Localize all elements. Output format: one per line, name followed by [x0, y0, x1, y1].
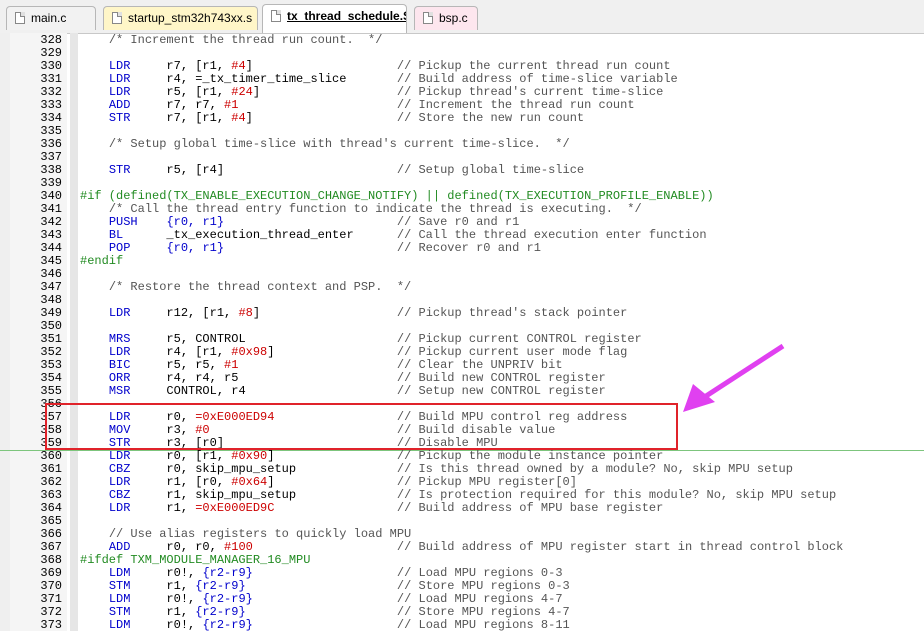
code-text[interactable]: /* Setup global time-slice with thread's… [80, 138, 570, 151]
code-line[interactable]: 345 #endif [0, 255, 924, 268]
code-text[interactable]: STR r5, [r4] // Setup global time-slice [80, 164, 584, 177]
tab-label: startup_stm32h743xx.s [128, 11, 253, 25]
file-icon [112, 12, 122, 24]
tab-label: bsp.c [439, 11, 468, 25]
code-line[interactable]: 338 STR r5, [r4] // Setup global time-sl… [0, 164, 924, 177]
code-text[interactable]: LDM r0!, {r2-r9} // Load MPU regions 8-1… [80, 619, 570, 632]
code-text[interactable]: #endif [80, 255, 123, 268]
annotation-highlight-box [45, 403, 678, 450]
code-text[interactable]: POP {r0, r1} // Recover r0 and r1 [80, 242, 541, 255]
code-text[interactable]: LDR r12, [r1, #8] // Pickup thread's sta… [80, 307, 628, 320]
editor-tab-bar: main.c startup_stm32h743xx.s tx_thread_sch… [0, 0, 924, 34]
code-line[interactable]: 364 LDR r1, =0xE000ED9C // Build address… [0, 502, 924, 515]
code-line[interactable]: 336 /* Setup global time-slice with thre… [0, 138, 924, 151]
line-number: 373 [40, 618, 62, 632]
file-icon [15, 12, 25, 24]
code-editor[interactable]: 328 /* Increment the thread run count. *… [0, 33, 924, 632]
tab-label: tx_thread_schedule.S [287, 9, 407, 23]
code-line[interactable]: 373 LDM r0!, {r2-r9} // Load MPU regions… [0, 619, 924, 632]
code-line[interactable]: 349 LDR r12, [r1, #8] // Pickup thread's… [0, 307, 924, 320]
code-text[interactable]: STR r7, [r1, #4] // Store the new run co… [80, 112, 584, 125]
tab-bsp-c[interactable]: bsp.c [414, 6, 478, 30]
code-text[interactable]: /* Restore the thread context and PSP. *… [80, 281, 411, 294]
code-line[interactable]: 334 STR r7, [r1, #4] // Store the new ru… [0, 112, 924, 125]
code-line[interactable]: 344 POP {r0, r1} // Recover r0 and r1 [0, 242, 924, 255]
code-text[interactable]: /* Increment the thread run count. */ [80, 34, 383, 47]
code-text[interactable]: MSR CONTROL, r4 // Setup new CONTROL reg… [80, 385, 606, 398]
code-line[interactable]: 328 /* Increment the thread run count. *… [0, 34, 924, 47]
code-line[interactable]: 347 /* Restore the thread context and PS… [0, 281, 924, 294]
code-text[interactable]: LDR r1, =0xE000ED9C // Build address of … [80, 502, 664, 515]
annotation-arrow-icon [683, 343, 785, 412]
file-icon [423, 12, 433, 24]
tab-tx-thread-schedule-s[interactable]: tx_thread_schedule.S [262, 4, 407, 33]
tab-label: main.c [31, 11, 67, 25]
tab-main-c[interactable]: main.c [6, 6, 96, 30]
tab-startup-stm32h743xx-s[interactable]: startup_stm32h743xx.s [103, 6, 258, 30]
file-icon [271, 10, 281, 22]
